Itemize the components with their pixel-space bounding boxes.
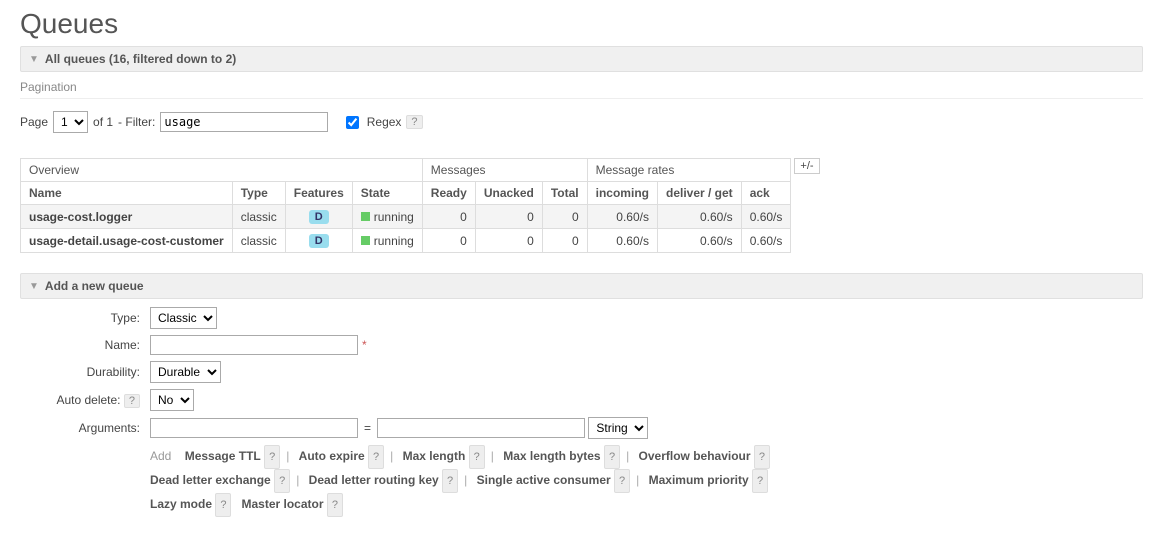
queue-ready: 0 xyxy=(422,205,475,229)
add-single-active-consumer[interactable]: Single active consumer xyxy=(477,473,611,487)
add-master-locator[interactable]: Master locator xyxy=(242,497,324,511)
help-icon[interactable]: ? xyxy=(264,445,280,469)
help-icon[interactable]: ? xyxy=(752,469,768,493)
page-label: Page xyxy=(20,115,48,129)
queue-unacked: 0 xyxy=(475,229,542,253)
queue-features: D xyxy=(285,229,352,253)
help-icon[interactable]: ? xyxy=(754,445,770,469)
arguments-label: Arguments: xyxy=(20,421,140,435)
queue-features: D xyxy=(285,205,352,229)
help-icon[interactable]: ? xyxy=(327,493,343,517)
argument-key-input[interactable] xyxy=(150,418,358,438)
queue-type: classic xyxy=(232,205,285,229)
help-icon[interactable]: ? xyxy=(604,445,620,469)
chevron-down-icon: ▼ xyxy=(29,54,39,65)
queue-state: running xyxy=(352,229,422,253)
argument-value-input[interactable] xyxy=(377,418,585,438)
help-icon[interactable]: ? xyxy=(469,445,485,469)
filter-label: - Filter: xyxy=(118,115,155,129)
type-label: Type: xyxy=(20,311,140,325)
queue-type: classic xyxy=(232,229,285,253)
queue-ack: 0.60/s xyxy=(741,229,791,253)
pagination-label: Pagination xyxy=(20,80,1143,99)
table-row: usage-detail.usage-cost-customer classic… xyxy=(21,229,791,253)
arg-eq: = xyxy=(364,421,371,435)
regex-label: Regex xyxy=(367,115,402,129)
add-queue-title: Add a new queue xyxy=(45,279,144,293)
queue-deliver: 0.60/s xyxy=(657,229,741,253)
col-name[interactable]: Name xyxy=(21,182,233,205)
page-select[interactable]: 1 xyxy=(53,111,88,133)
queue-total: 0 xyxy=(542,205,587,229)
all-queues-header[interactable]: ▼ All queues (16, filtered down to 2) xyxy=(20,46,1143,72)
col-type[interactable]: Type xyxy=(232,182,285,205)
col-total[interactable]: Total xyxy=(542,182,587,205)
add-dlx[interactable]: Dead letter exchange xyxy=(150,473,271,487)
all-queues-title: All queues (16, filtered down to 2) xyxy=(45,52,236,66)
queue-total: 0 xyxy=(542,229,587,253)
state-running-icon xyxy=(361,212,370,221)
queue-name-link[interactable]: usage-detail.usage-cost-customer xyxy=(21,229,233,253)
help-icon[interactable]: ? xyxy=(614,469,630,493)
durability-select[interactable]: Durable xyxy=(150,361,221,383)
col-ready[interactable]: Ready xyxy=(422,182,475,205)
durability-label: Durability: xyxy=(20,365,140,379)
add-overflow-behaviour[interactable]: Overflow behaviour xyxy=(639,449,751,463)
autodelete-label: Auto delete: ? xyxy=(20,393,140,408)
queue-ready: 0 xyxy=(422,229,475,253)
queue-incoming: 0.60/s xyxy=(587,205,657,229)
argument-shortcuts: Add Message TTL ?| Auto expire ?| Max le… xyxy=(150,445,930,517)
queue-deliver: 0.60/s xyxy=(657,205,741,229)
help-icon[interactable]: ? xyxy=(274,469,290,493)
regex-checkbox[interactable] xyxy=(346,116,359,129)
page-of: of 1 xyxy=(93,115,113,129)
add-queue-header[interactable]: ▼ Add a new queue xyxy=(20,273,1143,299)
help-icon[interactable]: ? xyxy=(124,394,140,408)
chevron-down-icon: ▼ xyxy=(29,281,39,292)
table-row: usage-cost.logger classic D running 0 0 … xyxy=(21,205,791,229)
col-ack[interactable]: ack xyxy=(741,182,791,205)
queue-unacked: 0 xyxy=(475,205,542,229)
col-state[interactable]: State xyxy=(352,182,422,205)
add-max-priority[interactable]: Maximum priority xyxy=(649,473,749,487)
argument-type-select[interactable]: String xyxy=(588,417,648,439)
add-label: Add xyxy=(150,449,171,463)
columns-toggle-button[interactable]: +/- xyxy=(794,158,819,174)
help-icon[interactable]: ? xyxy=(368,445,384,469)
help-icon[interactable]: ? xyxy=(442,469,458,493)
queue-incoming: 0.60/s xyxy=(587,229,657,253)
add-dl-routing-key[interactable]: Dead letter routing key xyxy=(309,473,439,487)
pagination-controls: Page 1 of 1 - Filter: Regex ? xyxy=(20,111,1143,133)
help-icon[interactable]: ? xyxy=(215,493,231,517)
type-select[interactable]: Classic xyxy=(150,307,217,329)
col-unacked[interactable]: Unacked xyxy=(475,182,542,205)
name-label: Name: xyxy=(20,338,140,352)
required-mark: * xyxy=(362,338,367,352)
col-features[interactable]: Features xyxy=(285,182,352,205)
page-title: Queues xyxy=(20,8,1143,40)
autodelete-select[interactable]: No xyxy=(150,389,194,411)
state-running-icon xyxy=(361,236,370,245)
queues-table: Overview Messages Message rates Name Typ… xyxy=(20,158,791,253)
col-incoming[interactable]: incoming xyxy=(587,182,657,205)
queue-state: running xyxy=(352,205,422,229)
durable-badge: D xyxy=(309,210,329,224)
col-group-rates: Message rates xyxy=(587,159,791,182)
col-group-messages: Messages xyxy=(422,159,587,182)
durable-badge: D xyxy=(309,234,329,248)
add-max-length[interactable]: Max length xyxy=(403,449,466,463)
name-input[interactable] xyxy=(150,335,358,355)
add-message-ttl[interactable]: Message TTL xyxy=(185,449,261,463)
add-auto-expire[interactable]: Auto expire xyxy=(299,449,365,463)
help-icon[interactable]: ? xyxy=(406,115,422,129)
add-lazy-mode[interactable]: Lazy mode xyxy=(150,497,212,511)
queue-ack: 0.60/s xyxy=(741,205,791,229)
queue-name-link[interactable]: usage-cost.logger xyxy=(21,205,233,229)
add-max-length-bytes[interactable]: Max length bytes xyxy=(503,449,600,463)
col-group-overview: Overview xyxy=(21,159,423,182)
col-deliver[interactable]: deliver / get xyxy=(657,182,741,205)
filter-input[interactable] xyxy=(160,112,328,132)
